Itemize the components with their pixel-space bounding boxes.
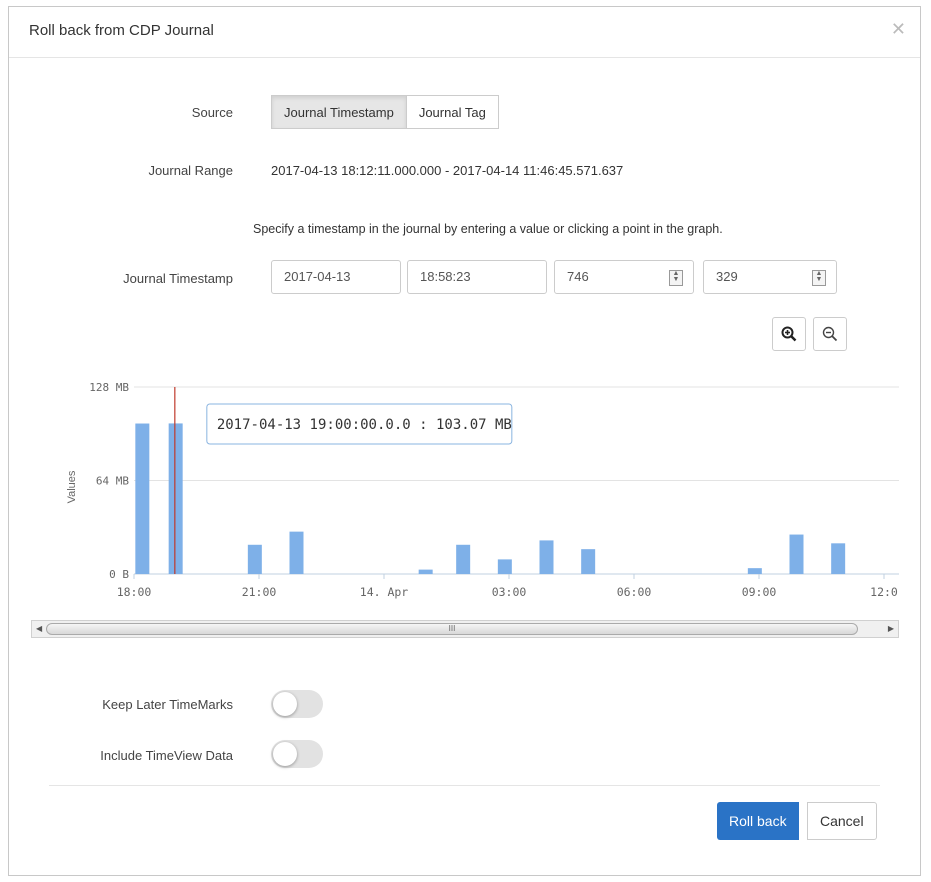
scroll-right-icon[interactable]: ▶ bbox=[888, 624, 894, 633]
timestamp-date-input[interactable]: 2017-04-13 bbox=[271, 260, 401, 294]
chart-tooltip-text: 2017-04-13 19:00:00.0.0 : 103.07 MB bbox=[217, 417, 512, 433]
dialog-header: Roll back from CDP Journal ✕ bbox=[9, 7, 920, 58]
include-timeview-label: Include TimeView Data bbox=[100, 748, 233, 763]
chart-bar bbox=[456, 544, 471, 574]
source-journal-tag-button[interactable]: Journal Tag bbox=[406, 95, 499, 129]
x-tick-label: 06:00 bbox=[617, 585, 652, 599]
y-tick-label: 0 B bbox=[109, 568, 129, 581]
rollback-button[interactable]: Roll back bbox=[717, 802, 799, 840]
source-toggle-group: Journal Timestamp Journal Tag bbox=[271, 95, 499, 129]
footer-divider bbox=[49, 785, 880, 786]
x-tick-label: 14. Apr bbox=[360, 585, 409, 599]
x-tick-label: 21:00 bbox=[242, 585, 277, 599]
chart-bar bbox=[418, 569, 433, 574]
y-tick-label: 64 MB bbox=[96, 475, 129, 488]
us-spinner-icon[interactable]: ▲ ▼ bbox=[812, 270, 826, 286]
cancel-button[interactable]: Cancel bbox=[807, 802, 877, 840]
journal-activity-chart[interactable]: 0 B 64 MB 128 MB Values 18:00 21:00 14. Apr 03:… bbox=[39, 367, 909, 612]
x-tick-label: 12:0 bbox=[870, 585, 898, 599]
y-tick-label: 128 MB bbox=[89, 381, 129, 394]
chart-bar bbox=[497, 559, 512, 574]
timestamp-us-input[interactable]: 329 ▲ ▼ bbox=[703, 260, 837, 294]
source-journal-timestamp-button[interactable]: Journal Timestamp bbox=[271, 95, 407, 129]
timestamp-ms-value: 746 bbox=[567, 269, 589, 284]
keep-later-timemarks-toggle[interactable] bbox=[271, 690, 323, 718]
ms-spinner-icon[interactable]: ▲ ▼ bbox=[669, 270, 683, 286]
timestamp-time-input[interactable]: 18:58:23 bbox=[407, 260, 547, 294]
chart-bar bbox=[135, 423, 150, 574]
timestamp-us-value: 329 bbox=[716, 269, 738, 284]
chart-bar bbox=[539, 540, 554, 574]
chart-scrollbar[interactable]: ◀ III ▶ bbox=[31, 620, 899, 638]
scroll-thumb[interactable]: III bbox=[46, 623, 858, 635]
y-axis-label: Values bbox=[66, 470, 78, 503]
timestamp-hint: Specify a timestamp in the journal by en… bbox=[253, 222, 723, 236]
chart-bar bbox=[168, 423, 183, 574]
zoom-in-button[interactable] bbox=[772, 317, 806, 351]
rollback-dialog: Roll back from CDP Journal ✕ Source Jour… bbox=[8, 6, 921, 876]
chart-bar bbox=[747, 568, 762, 574]
close-icon[interactable]: ✕ bbox=[891, 19, 906, 40]
chart-bar bbox=[247, 544, 262, 574]
x-tick-label: 03:00 bbox=[492, 585, 527, 599]
journal-timestamp-label: Journal Timestamp bbox=[123, 271, 233, 286]
journal-range-value: 2017-04-13 18:12:11.000.000 - 2017-04-14… bbox=[271, 163, 624, 178]
scroll-left-icon[interactable]: ◀ bbox=[36, 624, 42, 633]
scroll-grip: III bbox=[448, 624, 456, 633]
chart-bar bbox=[289, 531, 304, 574]
zoom-in-icon bbox=[781, 326, 797, 342]
chart-bar bbox=[581, 549, 596, 574]
toggle-knob bbox=[273, 742, 297, 766]
journal-range-label: Journal Range bbox=[148, 163, 233, 178]
timestamp-ms-input[interactable]: 746 ▲ ▼ bbox=[554, 260, 694, 294]
chart-bar bbox=[789, 534, 804, 574]
dialog-title: Roll back from CDP Journal bbox=[29, 22, 214, 39]
source-label: Source bbox=[191, 105, 233, 120]
keep-later-timemarks-label: Keep Later TimeMarks bbox=[102, 697, 233, 712]
zoom-out-button[interactable] bbox=[813, 317, 847, 351]
x-tick-label: 09:00 bbox=[742, 585, 777, 599]
chart-bar bbox=[831, 543, 846, 574]
include-timeview-toggle[interactable] bbox=[271, 740, 323, 768]
x-tick-label: 18:00 bbox=[117, 585, 152, 599]
zoom-out-icon bbox=[822, 326, 838, 342]
toggle-knob bbox=[273, 692, 297, 716]
